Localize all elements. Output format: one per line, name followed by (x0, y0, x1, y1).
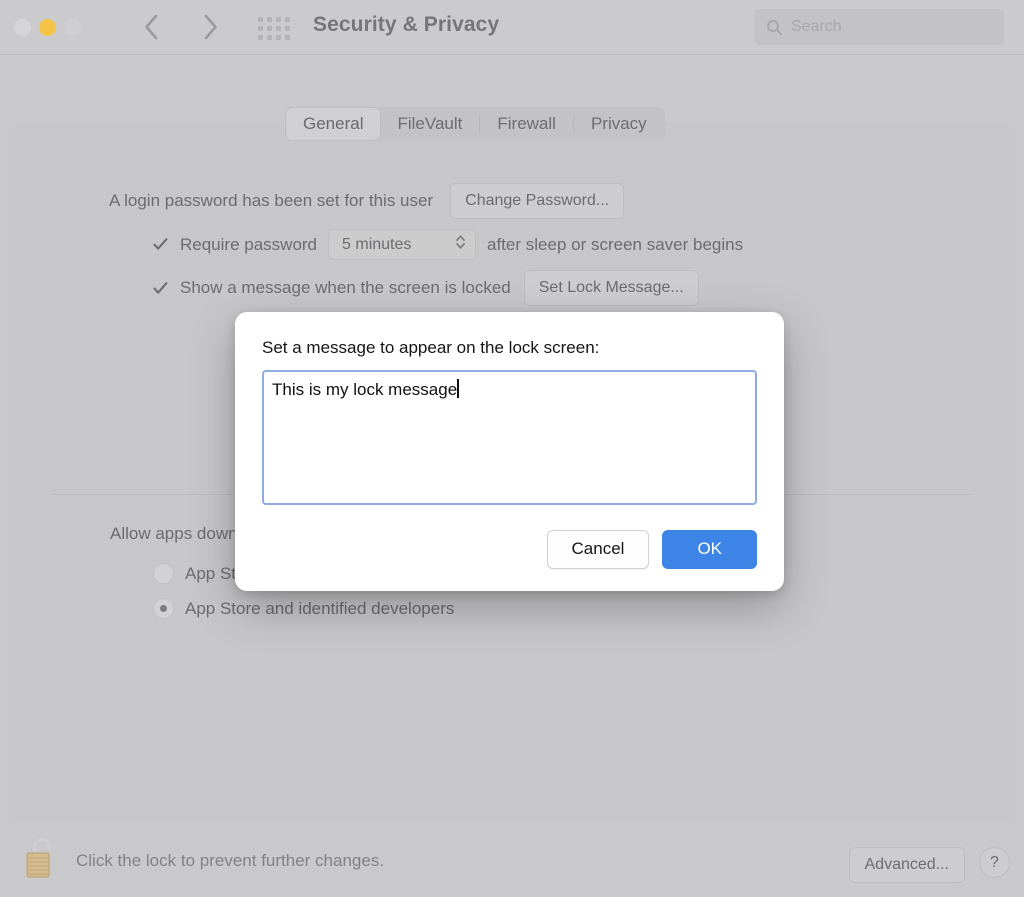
traffic-lights (14, 19, 81, 36)
login-password-status: A login password has been set for this u… (109, 191, 434, 210)
radio-app-store-and-identified-developers[interactable] (153, 598, 174, 619)
tab-filevault[interactable]: FileVault (380, 108, 479, 140)
grid-dot (285, 25, 290, 31)
require-password-delay-value: 5 minutes (342, 235, 412, 253)
window-title: Security & Privacy (313, 13, 500, 36)
grid-dot (258, 25, 263, 31)
unlocked-padlock-icon[interactable] (22, 833, 62, 881)
set-lock-message-button[interactable]: Set Lock Message... (523, 270, 699, 306)
text-caret (457, 379, 459, 398)
grid-dot (267, 25, 272, 31)
ok-button[interactable]: OK (662, 530, 757, 569)
chevron-updown-icon (454, 232, 467, 257)
zoom-button[interactable] (64, 19, 81, 36)
grid-dot (267, 16, 272, 22)
forward-arrow-icon[interactable] (194, 10, 228, 44)
tab-bar: General FileVault Firewall Privacy (285, 107, 665, 140)
system-preferences-window: Security & Privacy Search General FileVa… (0, 0, 1024, 897)
lock-message-text: This is my lock message (272, 380, 458, 399)
lock-hint-text: Click the lock to prevent further change… (76, 851, 385, 870)
help-button[interactable]: ? (979, 847, 1010, 878)
dialog-title: Set a message to appear on the lock scre… (262, 338, 600, 357)
grid-dot (285, 34, 290, 40)
tab-general[interactable]: General (286, 107, 381, 140)
navigation-arrows (134, 10, 228, 44)
close-button[interactable] (14, 19, 31, 36)
back-arrow-icon[interactable] (134, 10, 168, 44)
require-password-label: Require password (180, 234, 318, 254)
grid-dot (276, 16, 281, 22)
tab-privacy[interactable]: Privacy (574, 108, 664, 140)
window-toolbar: Security & Privacy Search (0, 0, 1024, 55)
cancel-button[interactable]: Cancel (546, 530, 650, 569)
search-input[interactable]: Search (791, 18, 842, 36)
require-password-suffix: after sleep or screen saver begins (487, 234, 744, 254)
gatekeeper-option-label: App Store and identified developers (185, 598, 455, 618)
grid-dot (285, 16, 290, 22)
require-password-delay-popup[interactable]: 5 minutes (328, 229, 477, 260)
grid-dot (258, 16, 263, 22)
radio-app-store[interactable] (153, 563, 174, 584)
require-password-checkbox[interactable] (152, 236, 169, 253)
lock-message-textarea[interactable]: This is my lock message (262, 370, 757, 505)
grid-dot (267, 34, 272, 40)
lock-message-row: Show a message when the screen is locked… (152, 270, 699, 306)
show-lock-message-label: Show a message when the screen is locked (180, 278, 511, 297)
search-field[interactable]: Search (754, 9, 1004, 45)
advanced-button[interactable]: Advanced... (848, 847, 965, 883)
gatekeeper-option-identified-developers[interactable]: App Store and identified developers (153, 598, 454, 619)
show-lock-message-checkbox[interactable] (152, 280, 169, 297)
grid-dot (258, 34, 263, 40)
dialog-button-row: Cancel OK (262, 530, 757, 569)
search-icon (766, 19, 783, 36)
require-password-row: Require password 5 minutes after sleep o… (152, 229, 743, 260)
grid-dot (276, 25, 281, 31)
show-all-grid-icon[interactable] (258, 16, 292, 40)
tab-firewall[interactable]: Firewall (480, 108, 573, 140)
lock-message-dialog: Set a message to appear on the lock scre… (235, 312, 784, 591)
change-password-button[interactable]: Change Password... (450, 183, 625, 219)
grid-dot (276, 34, 281, 40)
login-password-row: A login password has been set for this u… (109, 183, 625, 219)
minimize-button[interactable] (39, 19, 56, 36)
